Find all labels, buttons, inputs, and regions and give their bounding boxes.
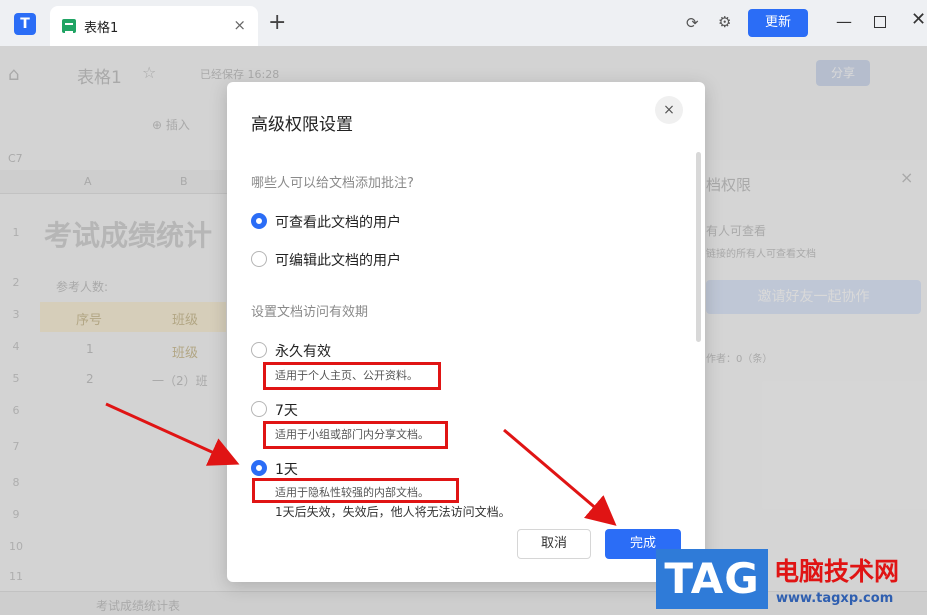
watermark-url: www.tagxp.com xyxy=(776,591,894,606)
watermark-logo: TAG xyxy=(656,549,768,609)
arrow-to-1day xyxy=(105,402,240,466)
annotation-arrows xyxy=(105,402,617,526)
arrow-to-done xyxy=(503,428,617,526)
watermark-site-name: 电脑技术网 xyxy=(774,557,900,586)
